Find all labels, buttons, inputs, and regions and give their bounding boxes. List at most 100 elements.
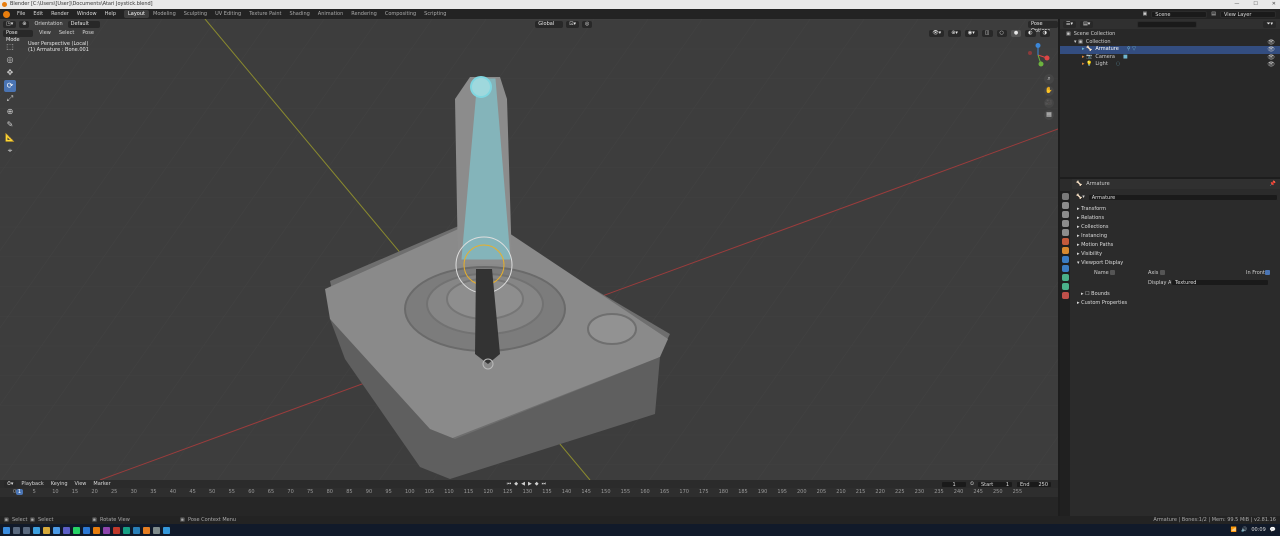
panel-transform[interactable]: ▸ Transform (1072, 205, 1280, 214)
scene-field[interactable]: Scene (1151, 10, 1208, 18)
outliner-row-camera[interactable]: ▸ 📷 Camera ■ 👁 (1060, 54, 1280, 62)
bounds-row[interactable]: ▸ ☐ Bounds (1072, 290, 1280, 299)
measure-tool-icon[interactable]: 📐 (4, 132, 16, 144)
tab-uv-editing[interactable]: UV Editing (211, 10, 245, 18)
in-front-checkbox[interactable] (1265, 270, 1270, 275)
gizmo-toggle[interactable]: ⊕▾ (948, 30, 961, 37)
app-icon-9[interactable] (123, 526, 130, 534)
end-frame-field[interactable]: End 250 (1016, 480, 1052, 488)
visibility-icon[interactable]: 👁▾ (929, 30, 945, 37)
play-reverse-icon[interactable]: ◀ (521, 481, 525, 487)
zoom-icon[interactable]: ⌕ (1044, 74, 1054, 84)
outliner-row-light[interactable]: ▸ 💡 Light ◌ 👁 (1060, 61, 1280, 69)
armature-name-field[interactable]: Armature (1087, 193, 1278, 201)
search-icon[interactable] (13, 526, 20, 534)
shading-material-button[interactable]: ◐ (1025, 30, 1036, 37)
scale-tool-icon[interactable]: ⤢ (4, 93, 16, 105)
output-tab-icon[interactable] (1061, 211, 1069, 218)
app-icon-2[interactable] (43, 526, 50, 534)
app-icon-7[interactable] (103, 526, 110, 534)
mode-dropdown[interactable]: Pose Mode (3, 30, 33, 43)
tab-rendering[interactable]: Rendering (347, 10, 381, 18)
pose-tool-icon[interactable]: ⌖ (4, 145, 16, 157)
notification-icon[interactable]: 💬 (1270, 527, 1276, 533)
menu-render[interactable]: Render (47, 9, 73, 19)
prev-key-icon[interactable]: ◆ (514, 481, 518, 487)
panel-instancing[interactable]: ▸ Instancing (1072, 232, 1280, 241)
close-button[interactable]: ✕ (1272, 0, 1276, 9)
display-mode-icon[interactable]: ▤▾ (1080, 20, 1094, 28)
app-icon-8[interactable] (113, 526, 120, 534)
visibility-eye-icon[interactable]: 👁 (1267, 54, 1275, 62)
menu-view[interactable]: View (37, 29, 53, 38)
shading-rendered-button[interactable]: ◑ (1039, 30, 1050, 37)
timeline-editor-type-icon[interactable]: ⏱▾ (4, 480, 17, 488)
camera-view-icon[interactable]: 🎥 (1044, 98, 1054, 108)
app-icon-6[interactable] (83, 526, 90, 534)
world-tab-icon[interactable] (1061, 238, 1069, 245)
scene-tab-icon[interactable] (1061, 229, 1069, 236)
ortho-toggle-icon[interactable]: ▦ (1044, 110, 1054, 120)
blender-taskbar-icon[interactable] (93, 526, 100, 534)
menu-edit[interactable]: Edit (29, 9, 47, 19)
pose-options-dropdown[interactable]: Pose Options (1028, 20, 1058, 34)
3d-viewport[interactable]: ◳▾ ⊕ Orientation Default Global ⊡▾ ◎ Pos… (0, 19, 1058, 480)
filter-icon[interactable]: ⏷▾ (1263, 20, 1276, 28)
tab-modeling[interactable]: Modeling (149, 10, 180, 18)
shading-wireframe-button[interactable]: ○ (996, 30, 1007, 37)
panel-visibility[interactable]: ▸ Visibility (1072, 250, 1280, 259)
panel-motion-paths[interactable]: ▸ Motion Paths (1072, 241, 1280, 250)
display-as-dropdown[interactable]: Textured (1171, 279, 1269, 286)
app-icon-5[interactable] (73, 526, 80, 534)
app-icon-4[interactable] (63, 526, 70, 534)
panel-collections[interactable]: ▸ Collections (1072, 223, 1280, 232)
app-icon-12[interactable] (153, 526, 160, 534)
app-icon-10[interactable] (133, 526, 140, 534)
next-key-icon[interactable]: ◆ (535, 481, 539, 487)
app-icon-1[interactable] (33, 526, 40, 534)
editor-type-button[interactable]: ◳▾ (3, 20, 17, 28)
tab-scripting[interactable]: Scripting (420, 10, 450, 18)
current-frame-field[interactable]: 1 (941, 480, 968, 488)
overlay-toggle[interactable]: ◉▾ (964, 30, 978, 37)
maximize-button[interactable]: ☐ (1253, 0, 1257, 9)
tab-layout[interactable]: Layout (124, 10, 149, 18)
outliner-row-scene-collection[interactable]: ▣ Scene Collection (1060, 31, 1280, 39)
modifier-tab-icon[interactable] (1061, 256, 1069, 263)
timeline-track-area[interactable] (0, 497, 1058, 516)
panel-relations[interactable]: ▸ Relations (1072, 214, 1280, 223)
view-layer-field[interactable]: View Layer (1220, 10, 1276, 18)
volume-icon[interactable]: 🔊 (1241, 527, 1247, 533)
select-tool-icon[interactable]: ⬚ (4, 41, 16, 53)
tab-shading[interactable]: Shading (285, 10, 313, 18)
tab-sculpting[interactable]: Sculpting (180, 10, 211, 18)
view-layer-tab-icon[interactable] (1061, 220, 1069, 227)
task-view-icon[interactable] (23, 526, 30, 534)
wifi-icon[interactable]: 📶 (1231, 527, 1237, 533)
pan-hand-icon[interactable]: ✋ (1044, 86, 1054, 96)
constraint-tab-icon[interactable] (1061, 265, 1069, 272)
xray-toggle[interactable]: ◫ (981, 30, 993, 37)
panel-custom-properties[interactable]: ▸ Custom Properties (1072, 299, 1280, 308)
app-icon-13[interactable] (163, 526, 170, 534)
menu-window[interactable]: Window (73, 9, 101, 19)
tab-texture-paint[interactable]: Texture Paint (245, 10, 285, 18)
transform-space-dropdown[interactable]: Global (535, 20, 564, 28)
rotate-tool-icon[interactable]: ⟳ (4, 80, 16, 92)
jump-end-icon[interactable]: ⏭ (542, 481, 547, 487)
texture-tab-icon[interactable] (1061, 292, 1069, 299)
timeline-ruler[interactable]: 0 5 10 15 20 25 30 35 40 45 50 55 60 65 70 75 80 85 90 95 10… (0, 488, 1058, 497)
visibility-eye-icon[interactable]: 👁 (1267, 46, 1275, 54)
start-icon[interactable] (3, 526, 10, 534)
outliner-row-collection[interactable]: ▾ ▣ Collection 👁 (1060, 39, 1280, 47)
menu-pose[interactable]: Pose (80, 29, 96, 38)
start-frame-field[interactable]: Start 1 (977, 480, 1013, 488)
outliner-editor-type-icon[interactable]: ☰▾ (1063, 20, 1076, 28)
render-tab-icon[interactable] (1061, 202, 1069, 209)
object-tab-icon[interactable] (1061, 247, 1069, 254)
transform-tool-icon[interactable]: ⊕ (4, 106, 16, 118)
move-tool-icon[interactable]: ✥ (4, 67, 16, 79)
proportional-toggle[interactable]: ◎ (582, 20, 593, 28)
blender-menu-icon[interactable] (3, 10, 10, 18)
clock-time[interactable]: 00:09 (1251, 527, 1265, 533)
